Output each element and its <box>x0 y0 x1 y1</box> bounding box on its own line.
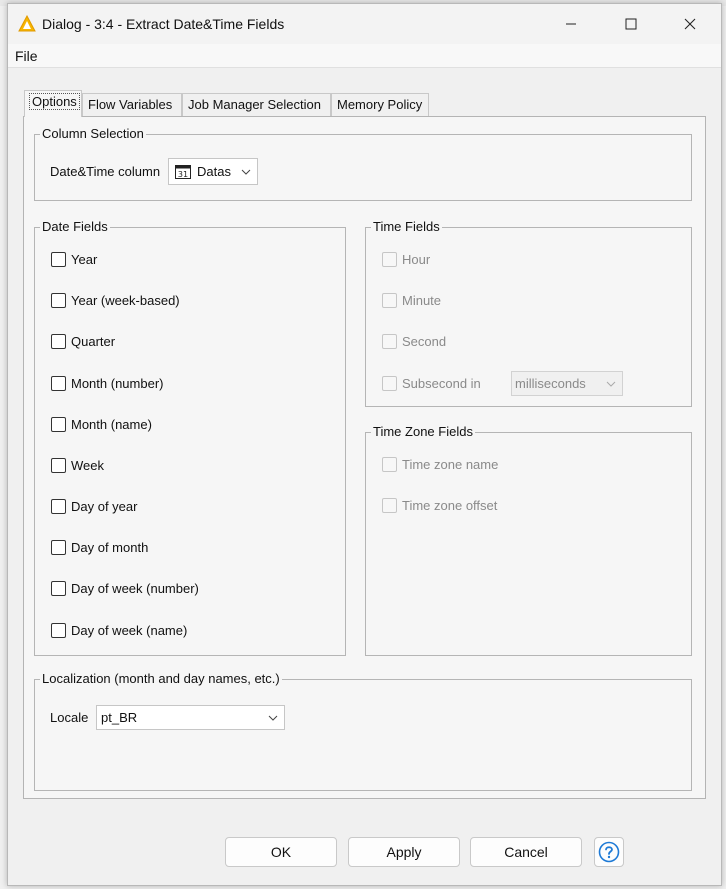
date-time-column-select[interactable]: 31 Datas <box>168 158 258 185</box>
time-fields-title: Time Fields <box>371 219 442 235</box>
maximize-icon <box>625 18 637 30</box>
tab-job-manager-selection[interactable]: Job Manager Selection <box>182 93 331 116</box>
checkbox-minute[interactable]: Minute <box>382 293 441 308</box>
close-icon <box>684 18 696 30</box>
help-button[interactable] <box>594 837 624 867</box>
dialog-window: Dialog - 3:4 - Extract Date&Time Fields … <box>7 3 722 886</box>
help-icon <box>598 841 620 863</box>
menu-bar: File <box>8 44 721 68</box>
date-fields-group: Date Fields Year Year (week-based) Quart… <box>34 219 346 656</box>
cancel-button[interactable]: Cancel <box>470 837 582 867</box>
svg-text:31: 31 <box>178 170 188 179</box>
checkbox-second[interactable]: Second <box>382 334 446 349</box>
checkbox-year-week-based[interactable]: Year (week-based) <box>51 293 180 308</box>
window-title: Dialog - 3:4 - Extract Date&Time Fields <box>42 16 285 32</box>
checkbox-year[interactable]: Year <box>51 252 97 267</box>
checkbox-time-zone-offset[interactable]: Time zone offset <box>382 498 497 513</box>
checkbox-day-of-month[interactable]: Day of month <box>51 540 148 555</box>
column-selection-group: Column Selection Date&Time column 31 Dat… <box>34 126 692 201</box>
subsecond-unit-value: milliseconds <box>515 376 586 391</box>
locale-value: pt_BR <box>101 710 138 725</box>
checkbox-hour[interactable]: Hour <box>382 252 430 267</box>
chevron-down-icon <box>241 169 251 175</box>
checkbox-week[interactable]: Week <box>51 458 104 473</box>
tab-memory-policy[interactable]: Memory Policy <box>331 93 429 116</box>
calendar-icon: 31 <box>175 165 191 179</box>
column-selection-title: Column Selection <box>40 126 146 142</box>
checkbox-day-of-week-number[interactable]: Day of week (number) <box>51 581 199 596</box>
title-bar: Dialog - 3:4 - Extract Date&Time Fields <box>8 4 721 44</box>
tab-flow-variables[interactable]: Flow Variables <box>82 93 182 116</box>
checkbox-day-of-week-name[interactable]: Day of week (name) <box>51 623 187 638</box>
subsecond-unit-select[interactable]: milliseconds <box>511 371 623 396</box>
checkbox-day-of-year[interactable]: Day of year <box>51 499 137 514</box>
maximize-button[interactable] <box>602 4 660 44</box>
localization-group: Localization (month and day names, etc.)… <box>34 671 692 791</box>
minimize-icon <box>566 23 576 25</box>
time-fields-group: Time Fields Hour Minute Second Subsecond… <box>365 219 692 407</box>
apply-button[interactable]: Apply <box>348 837 460 867</box>
menu-file[interactable]: File <box>15 48 38 64</box>
chevron-down-icon <box>268 715 278 721</box>
locale-select[interactable]: pt_BR <box>96 705 285 730</box>
locale-label: Locale <box>50 710 89 725</box>
options-panel: Column Selection Date&Time column 31 Dat… <box>23 116 706 799</box>
checkbox-month-name[interactable]: Month (name) <box>51 417 152 432</box>
checkbox-subsecond[interactable]: Subsecond in <box>382 376 481 391</box>
checkbox-month-number[interactable]: Month (number) <box>51 376 163 391</box>
chevron-down-icon <box>606 381 616 387</box>
time-zone-fields-group: Time Zone Fields Time zone name Time zon… <box>365 424 692 656</box>
tab-options[interactable]: Options <box>24 90 82 117</box>
localization-title: Localization (month and day names, etc.) <box>40 671 282 687</box>
ok-button[interactable]: OK <box>225 837 337 867</box>
time-zone-fields-title: Time Zone Fields <box>371 424 475 440</box>
close-button[interactable] <box>661 4 719 44</box>
knime-warning-icon <box>18 15 36 32</box>
checkbox-time-zone-name[interactable]: Time zone name <box>382 457 498 472</box>
minimize-button[interactable] <box>542 4 600 44</box>
date-fields-title: Date Fields <box>40 219 110 235</box>
date-time-column-label: Date&Time column <box>50 164 161 179</box>
checkbox-quarter[interactable]: Quarter <box>51 334 115 349</box>
date-time-column-value: Datas <box>197 164 231 179</box>
